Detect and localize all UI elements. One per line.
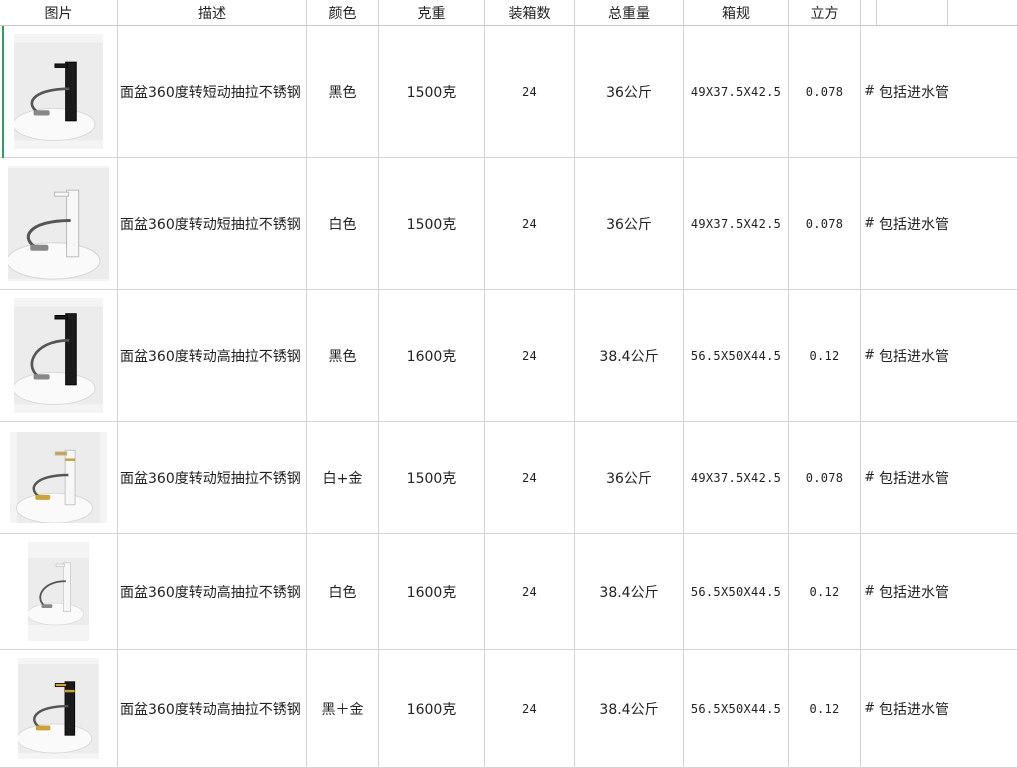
white-gold-faucet-icon[interactable] [10, 432, 107, 523]
box-size-cell[interactable]: 56.5X50X44.5 [684, 290, 789, 422]
cubic-cell[interactable]: 0.078 [789, 158, 861, 290]
column-header-total[interactable]: 总重量 [575, 0, 684, 26]
overflow-cell[interactable]: # [861, 534, 877, 650]
weight-cell[interactable]: 1600克 [379, 534, 485, 650]
image-cell[interactable] [0, 26, 118, 158]
column-header-extra[interactable] [948, 0, 1018, 26]
color-cell[interactable]: 白+金 [307, 422, 379, 534]
column-header-note[interactable] [877, 0, 948, 26]
color-cell[interactable]: 白色 [307, 158, 379, 290]
image-cell[interactable] [0, 158, 118, 290]
color-cell[interactable]: 黑色 [307, 26, 379, 158]
cubic-cell[interactable]: 0.12 [789, 650, 861, 768]
note-cell[interactable]: 包括进水管 [877, 534, 1018, 650]
box-size-cell[interactable]: 49X37.5X42.5 [684, 158, 789, 290]
column-header-hash[interactable] [861, 0, 877, 26]
weight-cell[interactable]: 1500克 [379, 422, 485, 534]
column-header-desc[interactable]: 描述 [118, 0, 307, 26]
image-cell[interactable] [0, 422, 118, 534]
cubic-cell[interactable]: 0.12 [789, 290, 861, 422]
overflow-cell[interactable]: # [861, 290, 877, 422]
overflow-cell[interactable]: # [861, 158, 877, 290]
weight-cell[interactable]: 1600克 [379, 650, 485, 768]
white-faucet-icon[interactable] [8, 166, 109, 281]
description-cell[interactable]: 面盆360度转动高抽拉不锈钢 [118, 534, 307, 650]
description-cell[interactable]: 面盆360度转短动抽拉不锈钢 [118, 26, 307, 158]
quantity-cell[interactable]: 24 [485, 650, 575, 768]
white-tall-faucet-icon[interactable] [28, 542, 89, 641]
black-gold-faucet-icon[interactable] [18, 658, 99, 759]
total-weight-cell[interactable]: 36公斤 [575, 26, 684, 158]
color-cell[interactable]: 黑色 [307, 290, 379, 422]
cubic-cell[interactable]: 0.078 [789, 26, 861, 158]
total-weight-cell[interactable]: 38.4公斤 [575, 534, 684, 650]
image-cell[interactable] [0, 650, 118, 768]
note-cell[interactable]: 包括进水管 [877, 422, 1018, 534]
column-header-color[interactable]: 颜色 [307, 0, 379, 26]
image-cell[interactable] [0, 534, 118, 650]
color-cell[interactable]: 黑＋金 [307, 650, 379, 768]
note-cell[interactable]: 包括进水管 [877, 290, 1018, 422]
weight-cell[interactable]: 1500克 [379, 26, 485, 158]
column-header-qty[interactable]: 装箱数 [485, 0, 575, 26]
cubic-cell[interactable]: 0.078 [789, 422, 861, 534]
quantity-cell[interactable]: 24 [485, 26, 575, 158]
box-size-cell[interactable]: 49X37.5X42.5 [684, 422, 789, 534]
overflow-cell[interactable]: # [861, 422, 877, 534]
column-header-image[interactable]: 图片 [0, 0, 118, 26]
note-cell[interactable]: 包括进水管 [877, 650, 1018, 768]
column-header-weight[interactable]: 克重 [379, 0, 485, 26]
box-size-cell[interactable]: 49X37.5X42.5 [684, 26, 789, 158]
image-cell[interactable] [0, 290, 118, 422]
description-cell[interactable]: 面盆360度转动高抽拉不锈钢 [118, 650, 307, 768]
overflow-cell[interactable]: # [861, 650, 877, 768]
description-cell[interactable]: 面盆360度转动短抽拉不锈钢 [118, 422, 307, 534]
quantity-cell[interactable]: 24 [485, 534, 575, 650]
cubic-cell[interactable]: 0.12 [789, 534, 861, 650]
color-cell[interactable]: 白色 [307, 534, 379, 650]
quantity-cell[interactable]: 24 [485, 422, 575, 534]
column-header-cube[interactable]: 立方 [789, 0, 861, 26]
description-cell[interactable]: 面盆360度转动高抽拉不锈钢 [118, 290, 307, 422]
quantity-cell[interactable]: 24 [485, 158, 575, 290]
box-size-cell[interactable]: 56.5X50X44.5 [684, 650, 789, 768]
quantity-cell[interactable]: 24 [485, 290, 575, 422]
total-weight-cell[interactable]: 36公斤 [575, 422, 684, 534]
total-weight-cell[interactable]: 38.4公斤 [575, 650, 684, 768]
spreadsheet-grid: 图片 描述 颜色 克重 装箱数 总重量 箱规 立方 面盆360度转短动抽拉不锈钢 黑色 1500克 2… [0, 0, 1018, 768]
note-cell[interactable]: 包括进水管 [877, 26, 1018, 158]
black-tall-faucet-icon[interactable] [14, 298, 103, 413]
column-header-box[interactable]: 箱规 [684, 0, 789, 26]
overflow-cell[interactable]: # [861, 26, 877, 158]
selection-indicator [2, 26, 4, 158]
box-size-cell[interactable]: 56.5X50X44.5 [684, 534, 789, 650]
weight-cell[interactable]: 1600克 [379, 290, 485, 422]
total-weight-cell[interactable]: 38.4公斤 [575, 290, 684, 422]
black-faucet-icon[interactable] [14, 34, 103, 149]
description-cell[interactable]: 面盆360度转动短抽拉不锈钢 [118, 158, 307, 290]
total-weight-cell[interactable]: 36公斤 [575, 158, 684, 290]
note-cell[interactable]: 包括进水管 [877, 158, 1018, 290]
weight-cell[interactable]: 1500克 [379, 158, 485, 290]
